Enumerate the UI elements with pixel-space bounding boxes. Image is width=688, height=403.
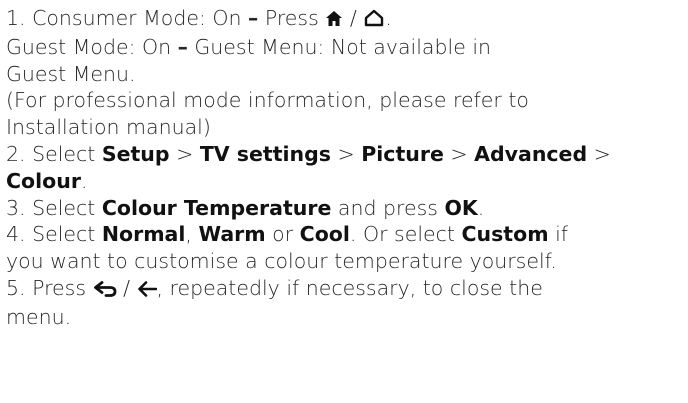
text: , <box>185 222 199 247</box>
back-arrow-icon <box>93 277 117 304</box>
menu-colour-temperature: Colour Temperature <box>101 195 332 220</box>
text: Guest Mode: On <box>6 34 178 59</box>
menu-tv-settings: TV settings <box>199 141 332 166</box>
step-1-line-2: Guest Mode: On – Guest Menu: Not availab… <box>6 34 688 61</box>
text: 5. Press <box>6 275 93 300</box>
text: or <box>265 222 300 247</box>
text: if <box>548 222 568 247</box>
option-custom: Custom <box>461 222 549 247</box>
step-2-line-1: 2. Select Setup > TV settings > Picture … <box>6 141 688 168</box>
step-5-line-2: menu. <box>6 304 72 329</box>
step-1-line-4: (For professional mode information, plea… <box>6 88 529 113</box>
ok-key: OK <box>444 195 478 220</box>
separator: > <box>331 141 362 166</box>
option-warm: Warm <box>198 222 266 247</box>
period: . <box>477 195 485 220</box>
text: Guest Menu: Not available in <box>187 34 492 59</box>
menu-setup: Setup <box>101 141 170 166</box>
step-3-line: 3. Select Colour Temperature and press O… <box>6 195 688 222</box>
separator: > <box>587 141 611 166</box>
text: 1. Consumer Mode: On <box>6 6 249 30</box>
text: and press <box>331 195 445 220</box>
slash: / <box>343 6 364 30</box>
instructions: 1. Consumer Mode: On – Press / . Guest M… <box>0 0 688 403</box>
text: 2. Select <box>6 141 102 166</box>
dash: – <box>177 34 188 59</box>
menu-colour: Colour <box>6 168 81 193</box>
text: 4. Select <box>6 222 102 247</box>
left-arrow-icon <box>137 277 157 304</box>
step-4-line-2: you want to customise a colour temperatu… <box>6 249 557 274</box>
slash: / <box>116 275 137 300</box>
text: . Or select <box>349 222 462 247</box>
period: . <box>385 6 392 30</box>
step-1-line-3: Guest Menu. <box>6 61 136 86</box>
separator: > <box>443 141 475 166</box>
step-2-line-2: Colour. <box>6 168 688 195</box>
period: . <box>80 168 88 193</box>
separator: > <box>169 141 200 166</box>
home-filled-icon <box>325 7 343 34</box>
text: 3. Select <box>6 195 102 220</box>
dash: – <box>248 6 259 30</box>
option-normal: Normal <box>101 222 186 247</box>
menu-advanced: Advanced <box>474 141 588 166</box>
text: Press <box>258 6 326 30</box>
step-1-line-5: Installation manual) <box>6 115 211 140</box>
text: , repeatedly if necessary, to close the <box>156 275 543 300</box>
option-cool: Cool <box>299 222 350 247</box>
home-outline-icon <box>363 7 385 34</box>
step-4-line-1: 4. Select Normal, Warm or Cool. Or selec… <box>6 221 688 248</box>
step-1-line-1: 1. Consumer Mode: On – Press / . <box>6 5 688 34</box>
step-5-line-1: 5. Press / , repeatedly if necessary, to… <box>6 275 688 304</box>
menu-picture: Picture <box>361 141 444 166</box>
